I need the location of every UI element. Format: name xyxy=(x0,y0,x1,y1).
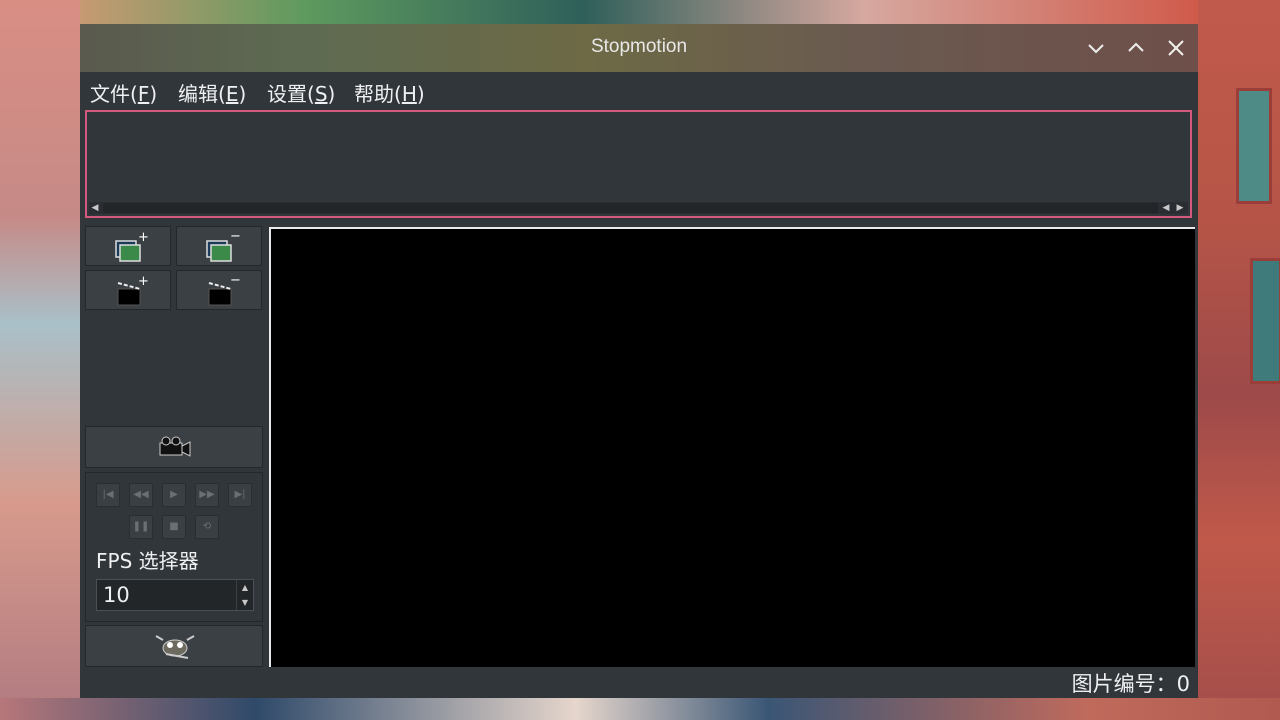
title-bar[interactable]: Stopmotion xyxy=(80,24,1198,72)
playback-panel: |◀ ◀◀ ▶ ▶▶ ▶| ❚❚ ■ ⟲ FPS 选择器 10 ▲ ▼ xyxy=(85,472,263,622)
scroll-left-arrow-icon[interactable]: ◀ xyxy=(89,202,101,214)
spin-up-icon[interactable]: ▲ xyxy=(236,580,253,595)
svg-text:−: − xyxy=(230,273,241,288)
fps-value[interactable]: 10 xyxy=(103,583,130,607)
window-title: Stopmotion xyxy=(590,36,688,57)
fps-spinbox[interactable]: 10 ▲ ▼ xyxy=(96,579,254,611)
pause-icon[interactable]: ❚❚ xyxy=(129,515,153,539)
remove-frames-button[interactable]: − xyxy=(176,226,262,266)
scroll-left-arrow-icon[interactable]: ◀ xyxy=(1160,202,1172,214)
play-icon[interactable]: ▶ xyxy=(162,483,186,507)
desktop-wallpaper-bottom xyxy=(0,698,1280,720)
last-frame-icon[interactable]: ▶| xyxy=(228,483,252,507)
scroll-right-arrow-icon[interactable]: ▶ xyxy=(1174,202,1186,214)
camera-icon xyxy=(159,436,191,457)
stopmotion-window: Stopmotion 文件(F) 编辑(E) 设置(S) 帮助(H) ◀ ◀ ▶ xyxy=(80,24,1198,698)
next-frame-icon[interactable]: ▶▶ xyxy=(195,483,219,507)
menu-help[interactable]: 帮助(H) xyxy=(354,78,425,107)
fps-selector-label: FPS 选择器 xyxy=(96,549,199,573)
menu-settings[interactable]: 设置(S) xyxy=(267,78,335,107)
first-frame-icon[interactable]: |◀ xyxy=(96,483,120,507)
menu-bar: 文件(F) 编辑(E) 设置(S) 帮助(H) xyxy=(80,72,1198,108)
loop-icon[interactable]: ⟲ xyxy=(195,515,219,539)
minimize-icon[interactable] xyxy=(1084,36,1108,60)
remove-scene-button[interactable]: − xyxy=(176,270,262,310)
add-scene-button[interactable]: + xyxy=(85,270,171,310)
add-frames-icon: + xyxy=(115,230,149,262)
previous-frame-icon[interactable]: ◀◀ xyxy=(129,483,153,507)
maximize-icon[interactable] xyxy=(1124,36,1148,60)
scrollbar-track[interactable] xyxy=(103,203,1158,213)
add-scene-icon: + xyxy=(117,274,149,306)
frame-strip-scrollbar[interactable]: ◀ ◀ ▶ xyxy=(89,202,1188,214)
svg-text:−: − xyxy=(230,229,241,244)
svg-text:+: + xyxy=(138,230,149,245)
gimp-icon xyxy=(155,635,195,659)
frame-strip[interactable]: ◀ ◀ ▶ xyxy=(85,110,1192,218)
menu-edit[interactable]: 编辑(E) xyxy=(178,78,246,107)
remove-scene-icon: − xyxy=(208,273,241,306)
camera-button[interactable] xyxy=(85,426,263,468)
add-frames-button[interactable]: + xyxy=(85,226,171,266)
stop-icon[interactable]: ■ xyxy=(162,515,186,539)
frame-number-status: 图片编号：0 xyxy=(1071,672,1190,696)
desktop-wallpaper-left xyxy=(0,0,80,720)
svg-text:+: + xyxy=(138,274,149,289)
desktop-wallpaper-top xyxy=(80,0,1200,24)
remove-frames-icon: − xyxy=(206,229,241,262)
desktop-wallpaper-right xyxy=(1198,0,1280,720)
camera-preview[interactable] xyxy=(269,227,1195,667)
gimp-button[interactable] xyxy=(85,625,263,667)
spin-down-icon[interactable]: ▼ xyxy=(236,595,253,610)
menu-file[interactable]: 文件(F) xyxy=(90,78,157,107)
close-icon[interactable] xyxy=(1164,36,1188,60)
